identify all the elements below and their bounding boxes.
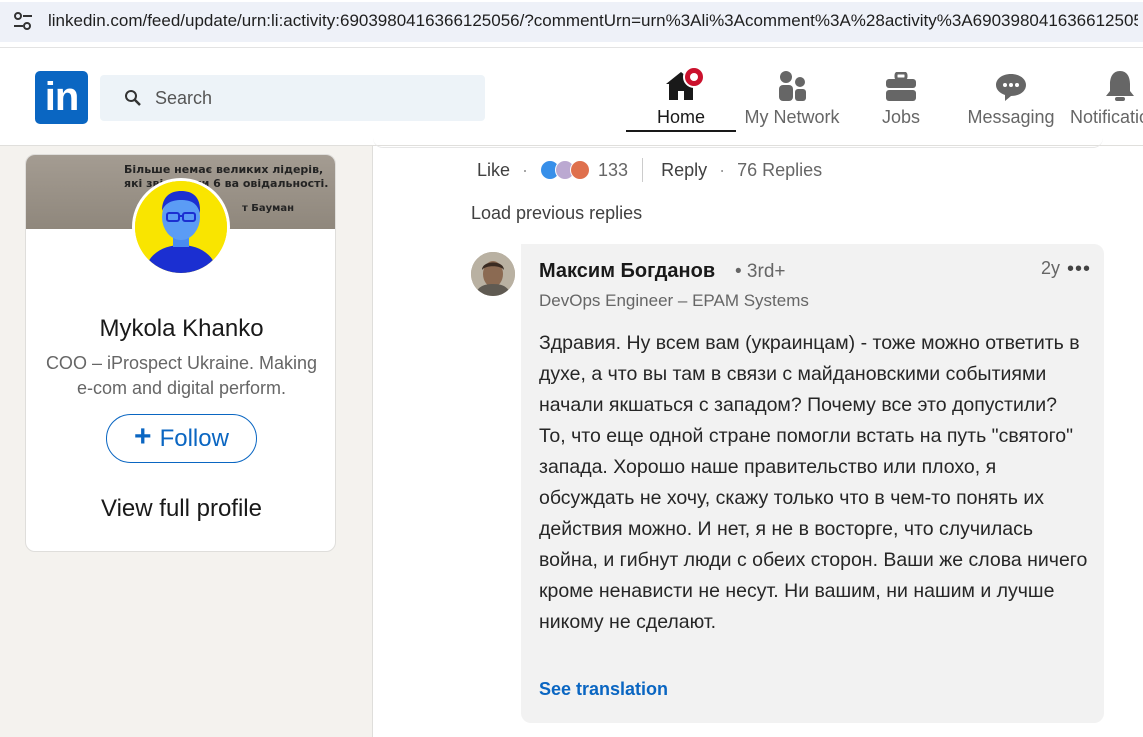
replies-count[interactable]: 76 Replies: [737, 160, 822, 181]
reply-button[interactable]: Reply: [661, 160, 707, 181]
profile-headline: COO – iProspect Ukraine. Making e-com an…: [45, 353, 318, 398]
comment-body: Здравия. Ну всем вам (украинцам) - тоже …: [539, 332, 1088, 633]
separator-dot: ·: [719, 159, 726, 180]
browser-address-bar: linkedin.com/feed/update/urn:li:activity…: [0, 0, 1143, 48]
linkedin-logo-icon[interactable]: in: [35, 71, 88, 124]
profile-avatar[interactable]: [132, 178, 230, 276]
briefcase-icon: [886, 72, 916, 101]
avatar-illustration-icon: [135, 181, 227, 273]
follow-button-label: Follow: [159, 424, 229, 452]
profile-name[interactable]: Mykola Khanko: [26, 315, 335, 343]
cover-text-line-1: Більше немає великих лідерів,: [124, 163, 324, 176]
view-full-profile-link[interactable]: View full profile: [26, 495, 335, 523]
plus-icon: +: [134, 420, 152, 453]
nav-notifications[interactable]: Notifications: [1065, 66, 1143, 132]
messaging-icon: [996, 74, 1026, 101]
comment-thread-panel: Like · 133 Reply · 76 Replies Load previ…: [372, 146, 1143, 737]
notification-badge: [683, 66, 705, 88]
like-button[interactable]: Like: [477, 160, 510, 181]
divider: [642, 158, 644, 182]
nav-home-label: Home: [656, 107, 705, 127]
commenter-title: DevOps Engineer – EPAM Systems: [539, 291, 809, 310]
url-text[interactable]: linkedin.com/feed/update/urn:li:activity…: [48, 11, 1138, 31]
nav-notifications-label: Notifications: [1070, 107, 1143, 127]
separator-dot: ·: [522, 159, 529, 180]
nav-home[interactable]: Home: [626, 66, 736, 132]
nav-messaging-label: Messaging: [967, 107, 1055, 127]
follow-button[interactable]: + Follow: [106, 414, 257, 463]
nav-messaging[interactable]: Messaging: [962, 66, 1060, 132]
people-icon: [779, 71, 806, 101]
site-settings-icon[interactable]: [12, 10, 34, 32]
more-options-icon[interactable]: •••: [1067, 258, 1091, 281]
parent-comment-edge: [373, 138, 1103, 148]
connection-degree: • 3rd+: [735, 261, 786, 282]
commenter-name[interactable]: Максим Богданов: [539, 260, 715, 283]
search-input[interactable]: Search: [100, 75, 485, 121]
load-previous-replies-button[interactable]: Load previous replies: [471, 203, 642, 224]
cover-text-signature: т Бауман: [242, 203, 294, 214]
search-icon: [125, 90, 141, 106]
nav-my-network[interactable]: My Network: [738, 66, 846, 132]
reply-comment-bubble: Максим Богданов • 3rd+ 2y ••• DevOps Eng…: [521, 244, 1104, 723]
parent-comment-actions: Like · 133 Reply · 76 Replies: [477, 158, 822, 182]
linkedin-header: in Search Home My Network Jobs Messaging…: [0, 48, 1143, 146]
see-translation-button[interactable]: See translation: [539, 679, 668, 700]
nav-my-network-label: My Network: [744, 107, 840, 127]
bell-icon: [1106, 71, 1134, 101]
reactions-icons[interactable]: [540, 160, 591, 180]
comment-timestamp: 2y: [1041, 258, 1061, 278]
commenter-avatar[interactable]: [471, 252, 515, 296]
love-reaction-icon: [570, 160, 591, 180]
profile-card: Більше немає великих лідерів, які звільн…: [25, 154, 336, 552]
nav-jobs-label: Jobs: [881, 107, 921, 127]
reaction-count[interactable]: 133: [598, 160, 628, 181]
nav-jobs[interactable]: Jobs: [860, 66, 942, 132]
commenter-photo-icon: [471, 252, 515, 296]
search-placeholder: Search: [155, 88, 213, 108]
